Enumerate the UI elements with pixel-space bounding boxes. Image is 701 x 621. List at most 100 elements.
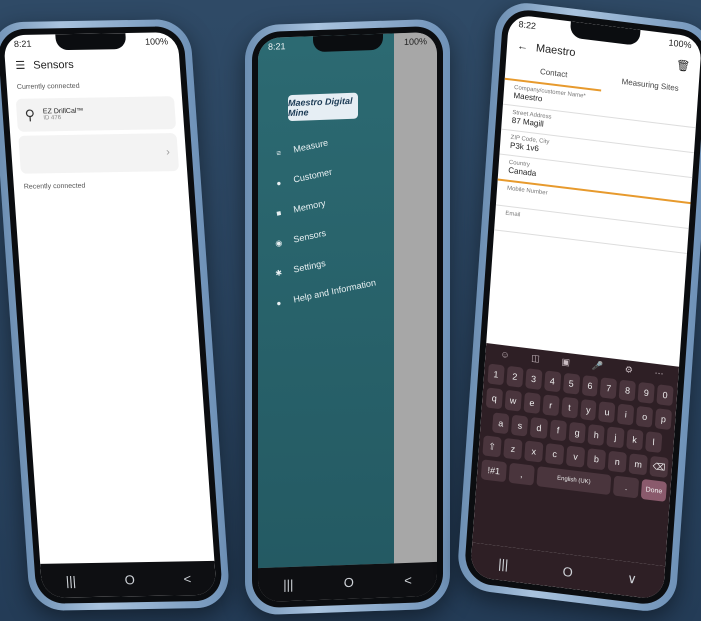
key[interactable]: b: [586, 448, 607, 471]
key[interactable]: 2: [506, 365, 524, 388]
battery-level: 100%: [668, 37, 692, 51]
key[interactable]: m: [628, 453, 648, 476]
key[interactable]: 5: [562, 372, 580, 395]
menu-label: Settings: [292, 257, 327, 275]
shift-key[interactable]: ⇧: [482, 435, 502, 458]
done-key[interactable]: Done: [640, 478, 668, 502]
sensor-info: EZ DrillCal™ ID 476: [43, 108, 84, 122]
back-button[interactable]: <: [183, 571, 192, 586]
phone-bezel: 8:21 Maestro Digital Mine ≡ Measure ● Cu…: [252, 25, 443, 609]
key[interactable]: o: [636, 405, 654, 428]
key[interactable]: 3: [524, 368, 543, 390]
battery-level: 100%: [144, 36, 169, 47]
key[interactable]: w: [504, 389, 522, 412]
help-icon: ●: [275, 297, 282, 308]
menu-icon[interactable]: ☰: [15, 59, 26, 72]
phone-bezel: 8:22 100% ← Maestro 🗑 Contact Measuring …: [463, 7, 701, 607]
key[interactable]: p: [654, 408, 673, 431]
key[interactable]: c: [545, 442, 565, 466]
key[interactable]: g: [568, 421, 586, 444]
back-arrow-icon[interactable]: ←: [517, 40, 529, 53]
space-key[interactable]: English (UK): [536, 466, 612, 496]
key[interactable]: v: [565, 445, 586, 468]
person-icon: ●: [275, 177, 282, 188]
key[interactable]: 7: [600, 377, 618, 400]
phone-menu: 8:21 Maestro Digital Mine ≡ Measure ● Cu…: [245, 18, 450, 616]
key[interactable]: j: [606, 426, 625, 449]
system-nav-bar: ||| O <: [258, 561, 437, 603]
key[interactable]: n: [607, 450, 627, 473]
drill-sensor-icon: ⚲: [24, 106, 36, 123]
sensor-card[interactable]: ⚲ EZ DrillCal™ ID 476: [15, 96, 177, 132]
recents-button[interactable]: |||: [498, 555, 509, 571]
home-button[interactable]: O: [344, 574, 354, 589]
sensors-screen: 8:21 100% ☰ Sensors Currently connected …: [3, 32, 217, 598]
recents-button[interactable]: |||: [283, 576, 293, 591]
settings-icon[interactable]: ⚙: [624, 364, 633, 376]
key[interactable]: s: [511, 414, 529, 437]
key[interactable]: f: [549, 419, 567, 442]
connected-label: Currently connected: [16, 82, 80, 91]
mic-icon[interactable]: 🎤: [591, 360, 604, 372]
key[interactable]: l: [644, 431, 663, 454]
key[interactable]: y: [579, 398, 597, 421]
key[interactable]: 9: [637, 381, 655, 404]
key[interactable]: u: [598, 401, 616, 424]
recents-button[interactable]: |||: [65, 573, 76, 588]
trash-icon[interactable]: 🗑: [676, 59, 691, 74]
symbols-key[interactable]: !#1: [480, 459, 507, 483]
home-button[interactable]: O: [124, 572, 135, 587]
sensor-id: ID 476: [43, 115, 62, 122]
key[interactable]: r: [542, 394, 560, 417]
phone-customer-form: 8:22 100% ← Maestro 🗑 Contact Measuring …: [456, 0, 701, 615]
gear-icon: ✱: [274, 267, 283, 278]
page-title: Sensors: [32, 58, 75, 72]
key[interactable]: 1: [487, 363, 505, 386]
back-button[interactable]: <: [404, 572, 412, 587]
brand-logo: Maestro Digital Mine: [288, 92, 358, 122]
battery-level: 100%: [403, 36, 427, 48]
menu-label: Sensors: [292, 227, 327, 245]
key[interactable]: q: [485, 387, 503, 410]
more-icon[interactable]: ⋯: [654, 368, 664, 380]
key[interactable]: x: [524, 440, 544, 463]
status-time: 8:21: [268, 41, 286, 52]
page-title: Maestro: [535, 41, 576, 59]
status-time: 8:22: [518, 19, 537, 32]
key[interactable]: z: [503, 437, 523, 461]
chevron-right-icon: ›: [165, 146, 171, 159]
menu-label: Customer: [292, 166, 333, 185]
sensor-icon: ◉: [274, 237, 283, 248]
home-button[interactable]: O: [562, 563, 573, 579]
menu-screen: 8:21 Maestro Digital Mine ≡ Measure ● Cu…: [258, 31, 437, 603]
key[interactable]: a: [492, 412, 510, 435]
key[interactable]: k: [625, 428, 644, 451]
sensor-card-empty[interactable]: ›: [18, 133, 180, 174]
hide-keyboard-button[interactable]: ∨: [627, 571, 638, 588]
menu-label: Memory: [292, 197, 327, 215]
key[interactable]: t: [560, 396, 579, 419]
sensor-name: EZ DrillCal™: [42, 107, 84, 116]
key[interactable]: e: [523, 392, 541, 414]
key[interactable]: 6: [581, 375, 599, 397]
clipboard-icon[interactable]: ▣: [561, 356, 570, 368]
key[interactable]: i: [617, 403, 635, 426]
comma-key[interactable]: ,: [508, 462, 535, 486]
on-screen-keyboard: ☺ ◫ ▣ 🎤 ⚙ ⋯ 1 2 3 4 5 6 7 8 9 0 q w e r …: [472, 343, 680, 567]
backspace-key[interactable]: ⌫: [649, 455, 669, 478]
status-time: 8:21: [13, 38, 32, 49]
camera-notch: [312, 33, 383, 53]
key[interactable]: 8: [618, 379, 637, 402]
key[interactable]: 0: [656, 384, 674, 407]
sticker-icon[interactable]: ◫: [531, 353, 540, 365]
emoji-icon[interactable]: ☺: [500, 349, 510, 361]
status-bar-right: 100%: [394, 32, 437, 51]
key[interactable]: 4: [543, 370, 561, 393]
drawer-scrim[interactable]: 100%: [394, 31, 437, 564]
menu-label: Help and Information: [292, 277, 377, 305]
key[interactable]: d: [530, 417, 548, 439]
key[interactable]: h: [587, 424, 606, 447]
app-bar: ☰ Sensors: [4, 50, 180, 78]
measure-icon: ≡: [275, 147, 282, 158]
period-key[interactable]: .: [613, 475, 640, 499]
